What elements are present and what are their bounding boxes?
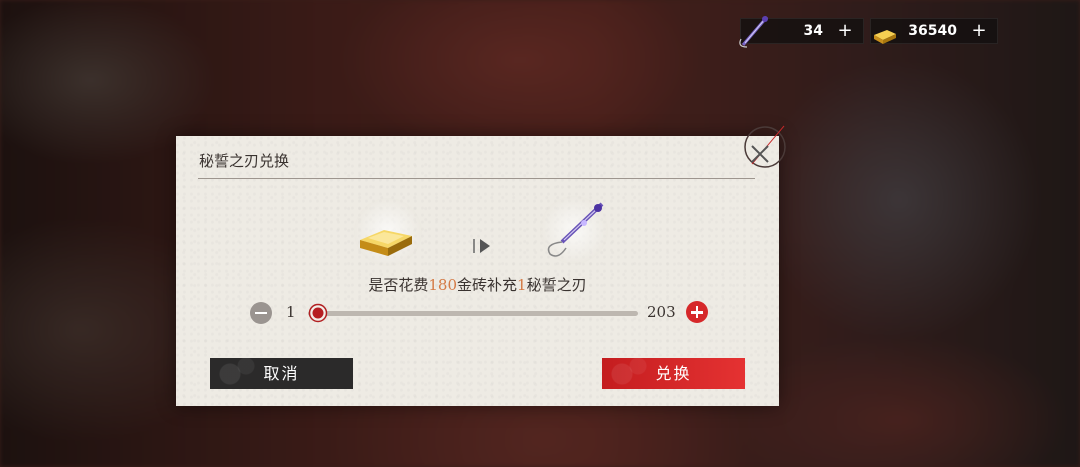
sword-icon	[739, 16, 769, 48]
blade-count: 34	[803, 23, 823, 39]
add-blade-button[interactable]: +	[835, 20, 855, 41]
cancel-button[interactable]: 取消	[210, 358, 353, 389]
gold-bar-icon	[874, 30, 896, 44]
title-divider	[198, 178, 755, 179]
add-gold-button[interactable]: +	[969, 20, 989, 41]
target-item	[540, 196, 608, 264]
quantity-slider[interactable]	[308, 311, 638, 316]
close-icon[interactable]	[747, 141, 773, 167]
gold-bar-icon	[360, 230, 412, 256]
increase-button[interactable]	[686, 301, 708, 323]
sword-icon	[547, 202, 604, 257]
amount-value: 1	[517, 276, 527, 294]
blade-currency-counter: 34 +	[739, 16, 864, 48]
exchange-question: 是否花费180金砖补充1秘誓之刃	[368, 276, 587, 294]
gold-count: 36540	[908, 23, 957, 39]
arrow-right-icon	[473, 239, 490, 253]
slider-knob[interactable]	[308, 303, 328, 323]
dialog-title: 秘誓之刃兑换	[199, 152, 290, 170]
exchange-button[interactable]: 兑换	[602, 358, 745, 389]
quantity-min: 1	[286, 303, 296, 321]
decrease-button[interactable]	[250, 302, 272, 324]
gold-currency-counter: 36540 +	[870, 18, 998, 44]
exchange-dialog: 秘誓之刃兑换 是否花费180金砖补充1秘誓之刃 1 203 取消 兑换	[176, 125, 786, 406]
cost-value: 180	[428, 276, 458, 294]
quantity-max: 203	[647, 303, 676, 321]
source-item	[354, 198, 422, 266]
